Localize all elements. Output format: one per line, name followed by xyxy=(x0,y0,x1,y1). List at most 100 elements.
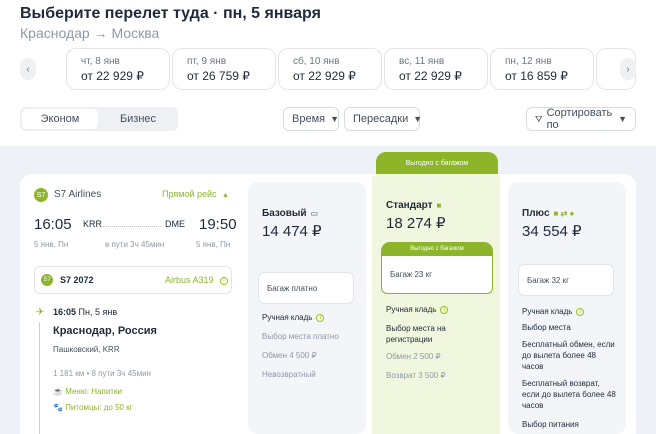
meal-info: ☕ Меню: Напитки xyxy=(53,387,122,396)
baggage-box: Багаж 32 кг xyxy=(518,264,614,296)
fare-feature: Выбор питания xyxy=(522,420,579,429)
info-icon[interactable]: i xyxy=(576,307,585,316)
segment-city: Краснодар, Россия xyxy=(53,325,157,337)
segment-time: 16:05 xyxy=(53,307,77,317)
info-icon[interactable]: i xyxy=(440,305,449,314)
chevron-up-icon: ▲ xyxy=(222,192,229,199)
arrival-code: DME xyxy=(165,219,185,229)
plane-icon: ✈ xyxy=(36,307,45,318)
info-icon[interactable]: i xyxy=(316,313,325,322)
sort-dropdown[interactable]: ⛛ Сортировать по ▼ xyxy=(526,107,636,131)
baggage-box: Багаж 23 кг xyxy=(381,256,493,294)
departure-code: KRR xyxy=(83,219,103,229)
date-label: сб, 10 янв xyxy=(293,56,340,67)
bag-icon: ■ xyxy=(436,201,442,210)
fare-feature: Выбор места на регистрации xyxy=(386,324,446,344)
date-label: пт, 9 янв xyxy=(187,56,227,67)
fare-price: 14 474 ₽ xyxy=(262,223,322,240)
chevron-down-icon: ▼ xyxy=(330,114,340,124)
route-label: Краснодар → Москва xyxy=(20,25,159,41)
header-section: Выберите перелет туда · пн, 5 января Кра… xyxy=(0,0,656,146)
info-icon[interactable]: i xyxy=(220,276,229,285)
filter-icon: ⛛ xyxy=(535,113,543,124)
airline-logo-icon: S7 xyxy=(41,274,53,286)
direct-flight-label: Прямой рейс xyxy=(162,189,217,199)
fare-feature: Возврат 3 500 ₽ xyxy=(386,371,446,380)
fare-badge: Выгодно с багажом xyxy=(381,242,493,256)
fare-name: Плюс ■ ⇄ ● xyxy=(522,208,575,219)
transfers-filter-label: Пересадки xyxy=(353,113,409,125)
segment-departure: 16:05 Пн, 5 янв xyxy=(53,307,117,317)
pets-info: 🐾 Питомцы: до 50 кг xyxy=(53,403,133,412)
date-card[interactable]: пт, 9 янв от 26 759 ₽ xyxy=(172,48,276,90)
date-price: от 22 929 ₽ xyxy=(81,69,144,83)
fare-feature: Невозвратный xyxy=(262,370,316,379)
fare-plus[interactable]: Плюс ■ ⇄ ● 34 554 ₽ Багаж 32 кг Ручная кл… xyxy=(508,182,626,434)
departure-time: 16:05 xyxy=(34,216,72,233)
fare-price: 18 274 ₽ xyxy=(386,215,446,232)
economy-tab[interactable]: Эконом xyxy=(22,109,98,129)
fare-name: Базовый ▭ xyxy=(262,208,319,219)
date-card[interactable]: чт, 8 янв от 22 929 ₽ xyxy=(66,48,170,90)
flight-number-box: S7 S7 2072 Airbus A319 i xyxy=(34,266,232,294)
fare-feature: Ручная кладь i xyxy=(386,304,482,315)
duration: в пути 3ч 45мин xyxy=(105,240,165,249)
fare-feature: Бесплатный возврат, если до вылета более… xyxy=(522,379,616,410)
aircraft-type: Airbus A319 i xyxy=(165,275,229,285)
fare-feature: Выбор места xyxy=(522,323,571,332)
route-to: Москва xyxy=(111,25,160,41)
date-price: от 22 929 ₽ xyxy=(399,69,462,83)
direct-flight-toggle[interactable]: Прямой рейс ▲ xyxy=(162,189,229,199)
flight-info: S7 S7 Airlines Прямой рейс ▲ 16:05 KRR D… xyxy=(20,174,248,434)
results-area: Выгодно с багажом S7 S7 Airlines Прямой … xyxy=(0,146,656,434)
fare-feature: Ручная кладь i xyxy=(262,312,358,323)
sort-label: Сортировать по xyxy=(546,107,613,131)
fare-standard[interactable]: Стандарт ■ 18 274 ₽ Выгодно с багажом Баг… xyxy=(372,174,500,434)
fare-feature: Выбор места платно xyxy=(262,332,339,341)
segment-line xyxy=(39,322,40,434)
fare-basic[interactable]: Базовый ▭ 14 474 ₽ Багаж платно Ручная кл… xyxy=(248,182,366,434)
airline-logo-icon: S7 xyxy=(34,188,48,202)
segment-date: Пн, 5 янв xyxy=(78,307,118,317)
time-filter-label: Время xyxy=(292,113,326,125)
time-filter[interactable]: Время ▼ xyxy=(283,107,339,131)
arrival-date: 5 янв, Пн xyxy=(196,240,231,249)
featured-badge: Выгодно с багажом xyxy=(376,152,498,174)
card-icon: ▭ xyxy=(310,209,319,218)
date-card[interactable]: пн, 12 янв от 16 859 ₽ xyxy=(490,48,594,90)
business-tab[interactable]: Бизнес xyxy=(100,109,176,129)
date-label: вс, 11 янв xyxy=(399,56,445,67)
fare-feature: Ручная кладь i xyxy=(522,306,618,317)
route-line xyxy=(103,226,161,227)
date-card[interactable]: сб, 10 янв от 22 929 ₽ xyxy=(278,48,382,90)
baggage-box: Багаж платно xyxy=(258,272,354,304)
flight-number: S7 2072 xyxy=(60,275,94,285)
date-card[interactable]: вс, 11 янв от 22 929 ₽ xyxy=(384,48,488,90)
date-price: от 26 759 ₽ xyxy=(187,69,250,83)
date-label: пн, 12 янв xyxy=(505,56,552,67)
date-price: от 16 859 ₽ xyxy=(505,69,568,83)
fare-name: Стандарт ■ xyxy=(386,200,442,211)
pets-label: Питомцы: до 50 кг xyxy=(65,403,133,412)
dates-next-button[interactable]: › xyxy=(620,58,636,80)
flight-card: S7 S7 Airlines Прямой рейс ▲ 16:05 KRR D… xyxy=(20,174,636,434)
fare-price: 34 554 ₽ xyxy=(522,223,582,240)
fare-feature: Обмен 2 500 ₽ xyxy=(386,352,441,361)
fare-feature: Бесплатный обмен, если до вылета более 4… xyxy=(522,340,615,371)
transfers-filter[interactable]: Пересадки ▼ xyxy=(344,107,423,131)
route-arrow-icon: → xyxy=(93,25,108,41)
departure-date: 5 янв, Пн xyxy=(34,240,69,249)
date-price: от 22 929 ₽ xyxy=(293,69,356,83)
meal-label: Меню: Напитки xyxy=(65,387,122,396)
arrival-time: 19:50 xyxy=(199,216,237,233)
chevron-down-icon: ▼ xyxy=(618,114,627,124)
cup-icon: ☕ xyxy=(53,387,63,396)
dates-prev-button[interactable]: ‹ xyxy=(20,58,36,80)
plus-icons: ■ ⇄ ● xyxy=(553,209,575,218)
date-label: чт, 8 янв xyxy=(81,56,120,67)
chevron-down-icon: ▼ xyxy=(413,114,423,124)
aircraft-type-label: Airbus A319 xyxy=(165,275,214,285)
segment-info: 1 181 км • 8 пути 3ч 45мин xyxy=(53,369,151,378)
class-toggle: Эконом Бизнес xyxy=(20,107,178,131)
paw-icon: 🐾 xyxy=(53,403,63,412)
